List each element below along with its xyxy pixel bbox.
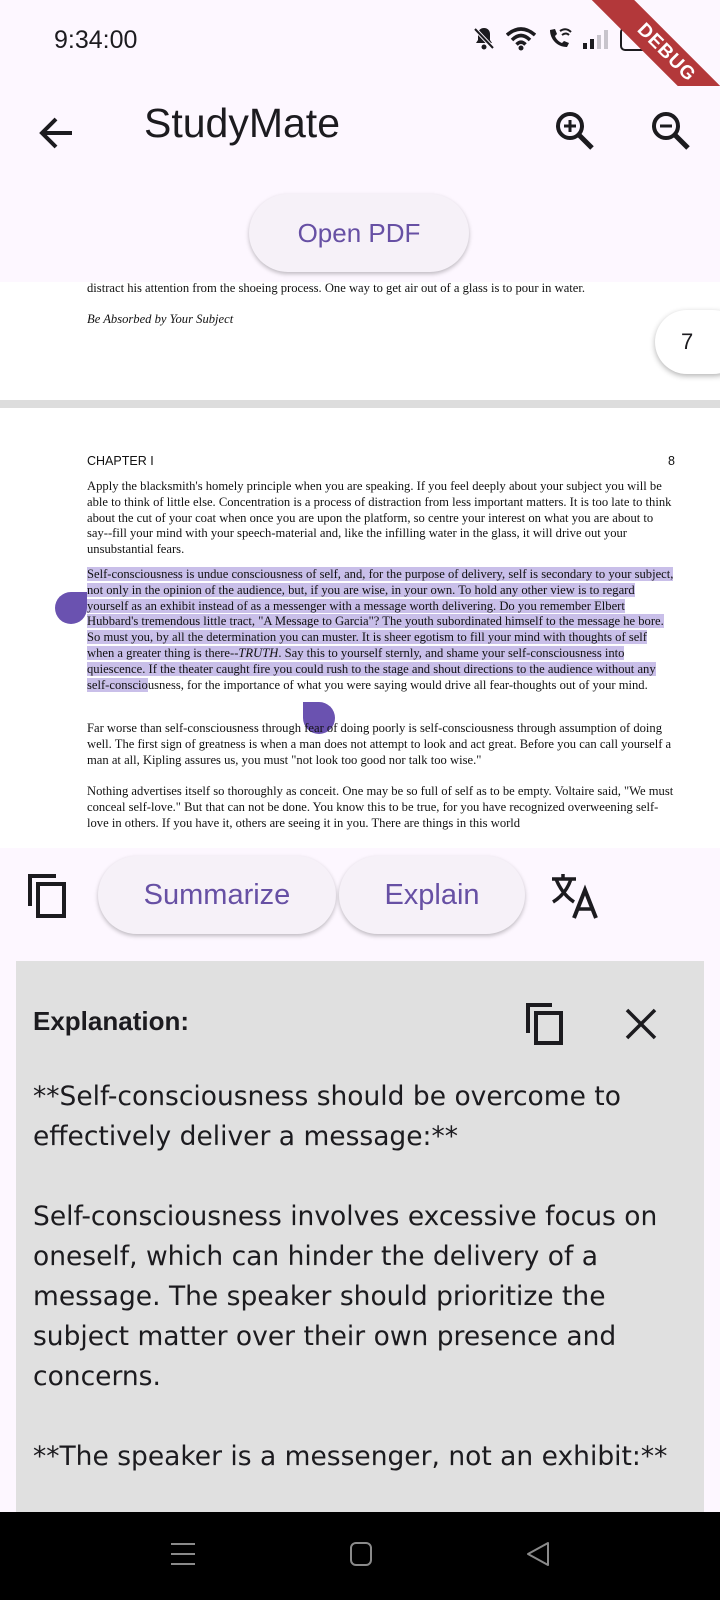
pdf-page7-heading: Be Absorbed by Your Subject (87, 312, 234, 326)
zoom-in-icon (556, 112, 594, 150)
close-panel-button[interactable] (622, 1005, 660, 1043)
pdf-paragraph: Apply the blacksmith's homely principle … (87, 479, 677, 558)
back-triangle-icon (527, 1542, 549, 1566)
action-bar: Summarize Explain (0, 848, 720, 942)
zoom-out-button[interactable] (648, 108, 694, 154)
panel-title: Explanation: (33, 1006, 190, 1036)
explanation-paragraph: Self-consciousness involves excessive fo… (33, 1201, 658, 1392)
explanation-paragraph: **The speaker is a messenger, not an exh… (33, 1441, 668, 1472)
explanation-paragraph: **Self-consciousness should be overcome … (33, 1081, 621, 1152)
pdf-viewer[interactable]: ​ distract his attention from the shoein… (0, 282, 720, 848)
copy-icon (28, 874, 66, 918)
copy-explanation-button[interactable] (524, 1001, 566, 1047)
pdf-paragraph: Nothing advertises itself so thoroughly … (87, 784, 677, 831)
pdf-paragraph-text: Apply the blacksmith's homely principle … (87, 479, 672, 557)
system-back-button[interactable] (524, 1540, 552, 1568)
pdf-paragraph-selected[interactable]: Self-consciousness is undue consciousnes… (87, 567, 677, 693)
open-pdf-area: Open PDF (0, 186, 720, 282)
selected-text-italic[interactable]: TRUTH (238, 645, 279, 660)
page-number: 8 (668, 454, 675, 468)
summarize-button[interactable]: Summarize (98, 856, 336, 934)
recent-apps-button[interactable] (170, 1540, 196, 1568)
menu-icon (171, 1543, 195, 1565)
copy-button[interactable] (26, 872, 70, 920)
mute-bell-icon (473, 27, 495, 50)
app-bar: StudyMate (0, 86, 720, 186)
zoom-out-icon (652, 112, 690, 150)
copy-icon (526, 1003, 563, 1045)
explanation-panel: Explanation: **Self-consciousness should… (16, 961, 704, 1512)
pdf-paragraph-text: Far worse than self-consciousness throug… (87, 721, 672, 767)
zoom-in-button[interactable] (552, 108, 598, 154)
selection-start-handle[interactable] (55, 592, 87, 624)
page-indicator: 7 (655, 310, 720, 374)
wifi-icon (506, 27, 536, 51)
explanation-text: **Self-consciousness should be overcome … (33, 1077, 683, 1512)
pdf-paragraph-text: Nothing advertises itself so thoroughly … (87, 784, 674, 830)
status-bar: 9:34:00 23 DEBUG (0, 0, 720, 135)
pdf-paragraph: Far worse than self-consciousness throug… (87, 721, 677, 768)
back-button[interactable] (34, 110, 80, 156)
wifi-call-icon (550, 28, 572, 47)
chapter-header: CHAPTER I (87, 454, 154, 468)
pdf-paragraph-text: Self-consciousness is undue consciousnes… (87, 567, 677, 693)
home-button[interactable] (349, 1540, 373, 1568)
system-nav-bar (0, 1512, 720, 1600)
open-pdf-button[interactable]: Open PDF (249, 194, 469, 272)
signal-icon (583, 30, 608, 49)
status-time: 9:34:00 (54, 26, 138, 54)
translate-button[interactable] (550, 872, 600, 922)
home-icon (350, 1542, 372, 1566)
close-icon (625, 1008, 657, 1040)
arrow-back-icon (39, 117, 72, 149)
pdf-page7-line: distract his attention from the shoeing … (87, 282, 586, 295)
explain-button[interactable]: Explain (339, 856, 525, 934)
app-title: StudyMate (144, 100, 340, 146)
unselected-text: usness, for the importance of what you w… (147, 677, 648, 692)
translate-icon (552, 874, 598, 919)
page-separator (0, 400, 720, 408)
